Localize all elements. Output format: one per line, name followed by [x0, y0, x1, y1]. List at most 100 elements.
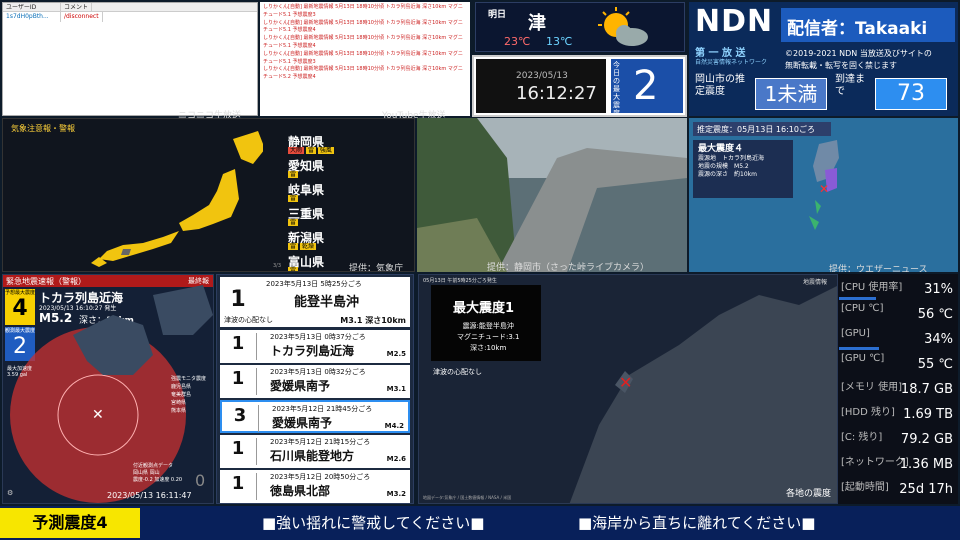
- col-comment: コメント: [61, 3, 93, 11]
- yt-line: しりかくん[自動] 最新地震情報 5月13日 18時10分頃 トカラ列島近海 深…: [263, 4, 463, 18]
- okayama-label: 岡山市の推定震度: [695, 74, 745, 97]
- list-item[interactable]: 1 2023年5月13日 5時25分ごろ 能登半島沖 津波の心配なし M3.1 …: [220, 277, 410, 327]
- quake-shindo: 1: [231, 368, 245, 389]
- stat-value: 55 ℃: [917, 357, 953, 372]
- quake-top-right: 地震情報: [802, 279, 827, 286]
- epicenter-icon: ✕: [619, 373, 633, 392]
- ndn-copyright2: 無断転載・転写を固く禁じます: [785, 61, 897, 70]
- quake-mag: M3.1: [386, 385, 406, 393]
- quake-tsunami: 津波の心配なし: [224, 316, 273, 324]
- pref-tag: 雷: [288, 243, 299, 250]
- eew-legend: 強震モニタ震度 鹿児島県 奄美群島 宮崎県 熊本県: [171, 375, 206, 415]
- pref-tag: 大雨: [288, 147, 305, 154]
- japan-map: [91, 131, 263, 267]
- quake-caption: 各地の震度: [785, 489, 831, 499]
- arrival-value: 73: [875, 78, 947, 110]
- pref-name: 富山県: [288, 255, 325, 269]
- pref-name: 三重県: [288, 207, 325, 221]
- epicenter-icon: ✕: [92, 407, 104, 423]
- stat-key: [C: 残り]: [841, 432, 883, 443]
- near-label: 付近観測点データ: [133, 463, 174, 469]
- list-item[interactable]: 1 2023年5月13日 0時32分ごろ 愛媛県南予 M3.1: [220, 365, 410, 398]
- ticker-msg2: ■海岸から直ちに離れてください■: [578, 514, 816, 532]
- stat-gauge: [839, 347, 880, 350]
- warning-list: 静岡県 大雨 雷 強風 愛知県 雷 岐阜県 雷 三重県 雷 新潟県 雷 乾燥 富…: [288, 133, 348, 271]
- pref-tag: 雷: [288, 219, 299, 226]
- live-camera-panel: 提供：静岡市（さった峠ライブカメラ）: [417, 118, 687, 272]
- stat-row: [GPU] 34%: [839, 326, 957, 350]
- streamer-name: 配信者：Takaaki: [781, 8, 955, 42]
- camera-credit: 提供：静岡市（さった峠ライブカメラ）: [487, 263, 650, 272]
- legend-item: 熊本県: [171, 408, 187, 414]
- pref-name: 岐阜県: [288, 183, 325, 197]
- accel-value: 3.59 gal: [7, 372, 28, 378]
- pref-name: 新潟県: [288, 231, 325, 245]
- stat-key: [GPU]: [841, 328, 870, 339]
- quake-mag-detail: マグニチュード:3.1: [457, 333, 520, 341]
- weather-high: 23℃: [504, 35, 531, 48]
- accel-label: 最大加速度: [7, 366, 33, 372]
- stat-row: [GPU ℃] 55 ℃: [839, 351, 957, 375]
- clock-time: 16:12:27: [516, 83, 597, 104]
- stat-key: [CPU ℃]: [841, 303, 884, 314]
- stat-value: 56 ℃: [917, 307, 953, 322]
- stat-value: 34%: [924, 332, 953, 347]
- stat-row: [メモリ 使用] 18.7 GB: [839, 376, 957, 400]
- pref-name: 愛知県: [288, 159, 325, 173]
- quake-shindo: 1: [231, 473, 245, 494]
- quake-name: 徳島県北部: [270, 484, 331, 498]
- yt-line: しりかくん[自動] 最新地震情報 5月13日 18時10分頃 トカラ列島近海 深…: [263, 66, 463, 81]
- stat-row: [CPU 使用率] 31%: [839, 276, 957, 300]
- weather-day: 明日: [488, 10, 507, 20]
- list-item[interactable]: 1 2023年5月12日 21時15分ごろ 石川県能登地方 M2.6: [220, 435, 410, 468]
- list-item[interactable]: 1 2023年5月13日 0時37分ごろ トカラ列島近海 M2.5: [220, 330, 410, 363]
- quake-name: 愛媛県南予: [270, 379, 331, 393]
- stat-value: 1.69 TB: [903, 407, 953, 422]
- stat-value: 1.36 MB: [899, 457, 953, 472]
- quake-epi: 震源:能登半島沖: [462, 322, 514, 330]
- epicenter-icon: ✕: [819, 182, 830, 196]
- quake-name: 能登半島沖: [294, 295, 360, 310]
- quake-date: 2023年5月13日 5時25分ごろ: [266, 280, 362, 288]
- quake-info-map: 05月13日 午前5時25分ごろ発生 地震情報 最大震度1 震源:能登半島沖 マ…: [418, 274, 838, 504]
- quake-name: 愛媛県南予: [272, 416, 333, 430]
- stat-row: [起動時間] 25d 17h: [839, 476, 957, 500]
- forecast-intensity: 予測震度4: [0, 508, 140, 538]
- stat-row: [ネットワーク] 1.36 MB: [839, 451, 957, 475]
- legend-item: 鹿児島県: [171, 384, 192, 390]
- settings-icon[interactable]: ⚙: [7, 489, 13, 497]
- today-max-box: 今日の最大震度 2: [611, 59, 683, 115]
- legend-item: 宮崎県: [171, 400, 187, 406]
- quake-name: 石川県能登地方: [270, 449, 355, 463]
- col-user: ユーザーID: [3, 3, 61, 11]
- system-stats: [CPU 使用率] 31% [CPU ℃] 56 ℃ [GPU] 34% [GPU ℃…: [838, 274, 958, 504]
- quake-shindo: 1: [231, 333, 245, 354]
- arrival-label: 到達まで: [835, 74, 865, 97]
- stat-row: [HDD 残り] 1.69 TB: [839, 401, 957, 425]
- chat-user[interactable]: 1s7dH0pBth...: [3, 12, 61, 22]
- stat-row: [C: 残り] 79.2 GB: [839, 426, 957, 450]
- stat-value: 31%: [924, 282, 953, 297]
- stat-key: [起動時間]: [841, 482, 889, 493]
- stat-key: [CPU 使用率]: [841, 282, 903, 293]
- legend-title: 強震モニタ震度: [171, 376, 207, 382]
- clock-date: 2023/05/13: [516, 71, 568, 81]
- stat-key: [ネットワーク]: [841, 457, 909, 468]
- weathernews-credit: 提供：ウエザーニュース: [829, 265, 928, 272]
- quake-mag: M2.6: [386, 455, 406, 463]
- okayama-value: 1未満: [755, 78, 827, 110]
- quake-date: 2023年5月13日 0時37分ごろ: [270, 333, 366, 341]
- quake-mag: M3.2: [386, 490, 406, 498]
- near-station: 付近観測点データ 岡山県 岡山 震度-0.2 加速度 0.20: [133, 463, 182, 484]
- pref-tag: 雷: [305, 147, 316, 154]
- list-item[interactable]: 1 2023年5月12日 20時50分ごろ 徳島県北部 M3.2: [220, 470, 410, 503]
- quake-date: 2023年5月12日 21時45分ごろ: [272, 405, 373, 413]
- quake-mag: M4.2: [384, 422, 404, 430]
- list-item[interactable]: 3 2023年5月12日 21時45分ごろ 愛媛県南予 M4.2: [220, 400, 410, 433]
- quake-details: 震源:能登半島沖 マグニチュード:3.1 深さ:10km: [457, 321, 520, 354]
- quake-mag: M3.1 深さ10km: [340, 316, 406, 325]
- chat-panel: ユーザーID コメント 1s7dH0pBth.../disconnect: [2, 2, 258, 116]
- warning-map-panel: 気象注意報・警報 静岡県 大雨 雷 強風 愛知県 雷 岐阜県 雷 三重県 雷 新…: [2, 118, 415, 272]
- quake-name: トカラ列島近海: [270, 344, 355, 358]
- quake-head: 05月13日 午前5時25分ごろ発生: [423, 278, 497, 284]
